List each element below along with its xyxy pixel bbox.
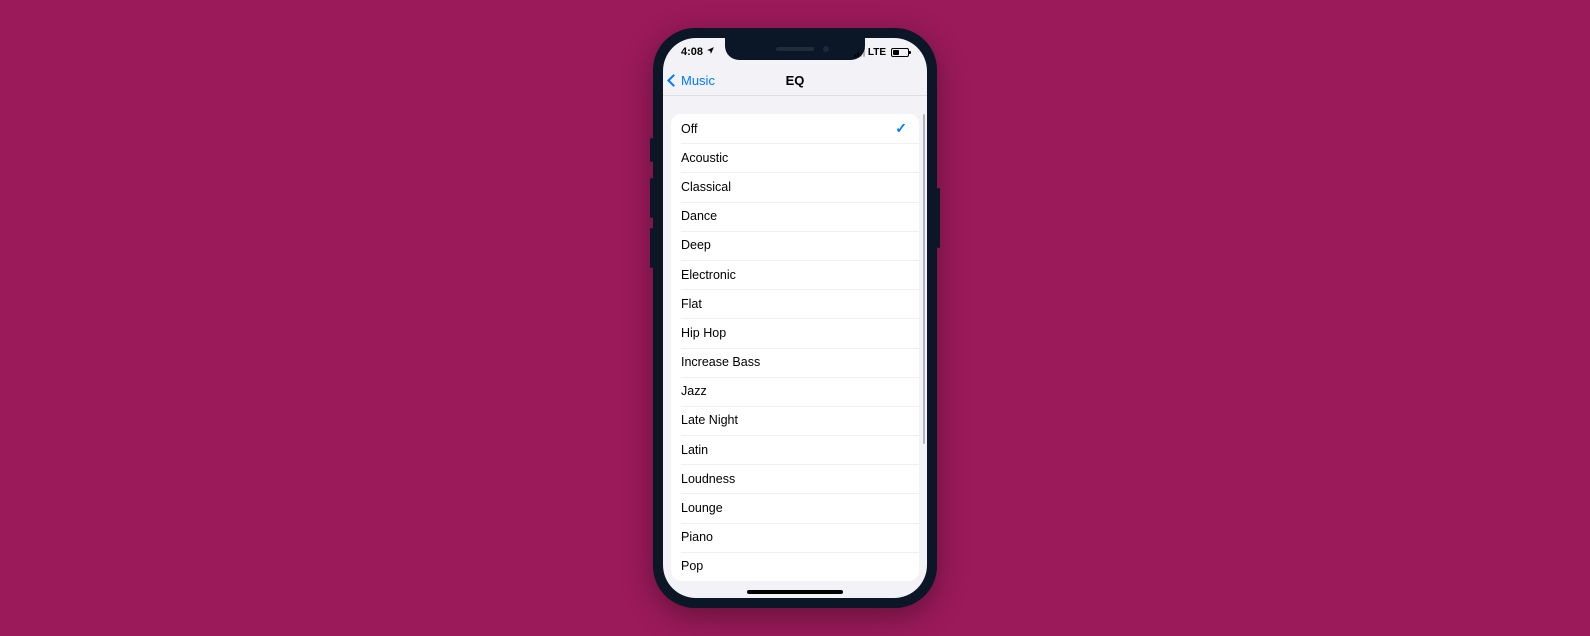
status-bar: 4:08 LTE	[663, 38, 927, 66]
eq-option-row[interactable]: Acoustic	[671, 143, 919, 172]
status-left: 4:08	[681, 46, 715, 58]
eq-option-label: Flat	[681, 297, 702, 311]
volume-down-button	[650, 228, 653, 268]
eq-option-label: Jazz	[681, 384, 707, 398]
eq-option-label: Off	[681, 122, 697, 136]
eq-option-label: Acoustic	[681, 151, 728, 165]
eq-option-row[interactable]: Electronic	[671, 260, 919, 289]
mute-switch	[650, 138, 653, 162]
eq-option-label: Piano	[681, 530, 713, 544]
eq-option-row[interactable]: Late Night	[671, 406, 919, 435]
eq-option-row[interactable]: Piano	[671, 523, 919, 552]
eq-option-label: Increase Bass	[681, 355, 760, 369]
network-label: LTE	[868, 47, 886, 58]
eq-option-row[interactable]: Flat	[671, 289, 919, 318]
power-button	[937, 188, 940, 248]
status-right: LTE	[854, 47, 909, 58]
eq-option-row[interactable]: Hip Hop	[671, 318, 919, 347]
back-label: Music	[681, 73, 715, 88]
volume-up-button	[650, 178, 653, 218]
eq-option-label: Classical	[681, 180, 731, 194]
eq-option-label: Deep	[681, 238, 711, 252]
eq-options-list: Off ✓ Acoustic Classical Dance Deep Electronic…	[671, 114, 919, 581]
eq-option-row[interactable]: Classical	[671, 172, 919, 201]
eq-option-label: Latin	[681, 443, 708, 457]
status-time: 4:08	[681, 46, 703, 58]
cellular-signal-icon	[854, 48, 865, 57]
eq-option-row[interactable]: Pop	[671, 552, 919, 581]
chevron-left-icon	[667, 74, 680, 87]
checkmark-icon: ✓	[895, 120, 907, 137]
eq-option-label: Hip Hop	[681, 326, 726, 340]
phone-frame: 4:08 LTE Music EQ O	[653, 28, 937, 608]
scrollbar[interactable]	[923, 114, 925, 444]
page-title: EQ	[786, 73, 805, 88]
eq-option-row[interactable]: Loudness	[671, 464, 919, 493]
location-icon	[706, 46, 715, 58]
screen: 4:08 LTE Music EQ O	[663, 38, 927, 598]
back-button[interactable]: Music	[663, 73, 715, 88]
eq-option-label: Loudness	[681, 472, 735, 486]
eq-option-row[interactable]: Deep	[671, 231, 919, 260]
eq-option-row[interactable]: Lounge	[671, 493, 919, 522]
home-indicator[interactable]	[747, 590, 843, 594]
eq-option-label: Lounge	[681, 501, 723, 515]
eq-option-row[interactable]: Jazz	[671, 377, 919, 406]
eq-option-row[interactable]: Increase Bass	[671, 348, 919, 377]
eq-option-row[interactable]: Dance	[671, 202, 919, 231]
eq-option-label: Dance	[681, 209, 717, 223]
eq-option-label: Late Night	[681, 413, 738, 427]
eq-option-row[interactable]: Latin	[671, 435, 919, 464]
battery-icon	[891, 48, 909, 57]
content: Off ✓ Acoustic Classical Dance Deep Electronic…	[663, 96, 927, 598]
eq-option-label: Electronic	[681, 268, 736, 282]
eq-option-row[interactable]: Off ✓	[671, 114, 919, 143]
eq-option-label: Pop	[681, 559, 703, 573]
nav-header: Music EQ	[663, 66, 927, 96]
